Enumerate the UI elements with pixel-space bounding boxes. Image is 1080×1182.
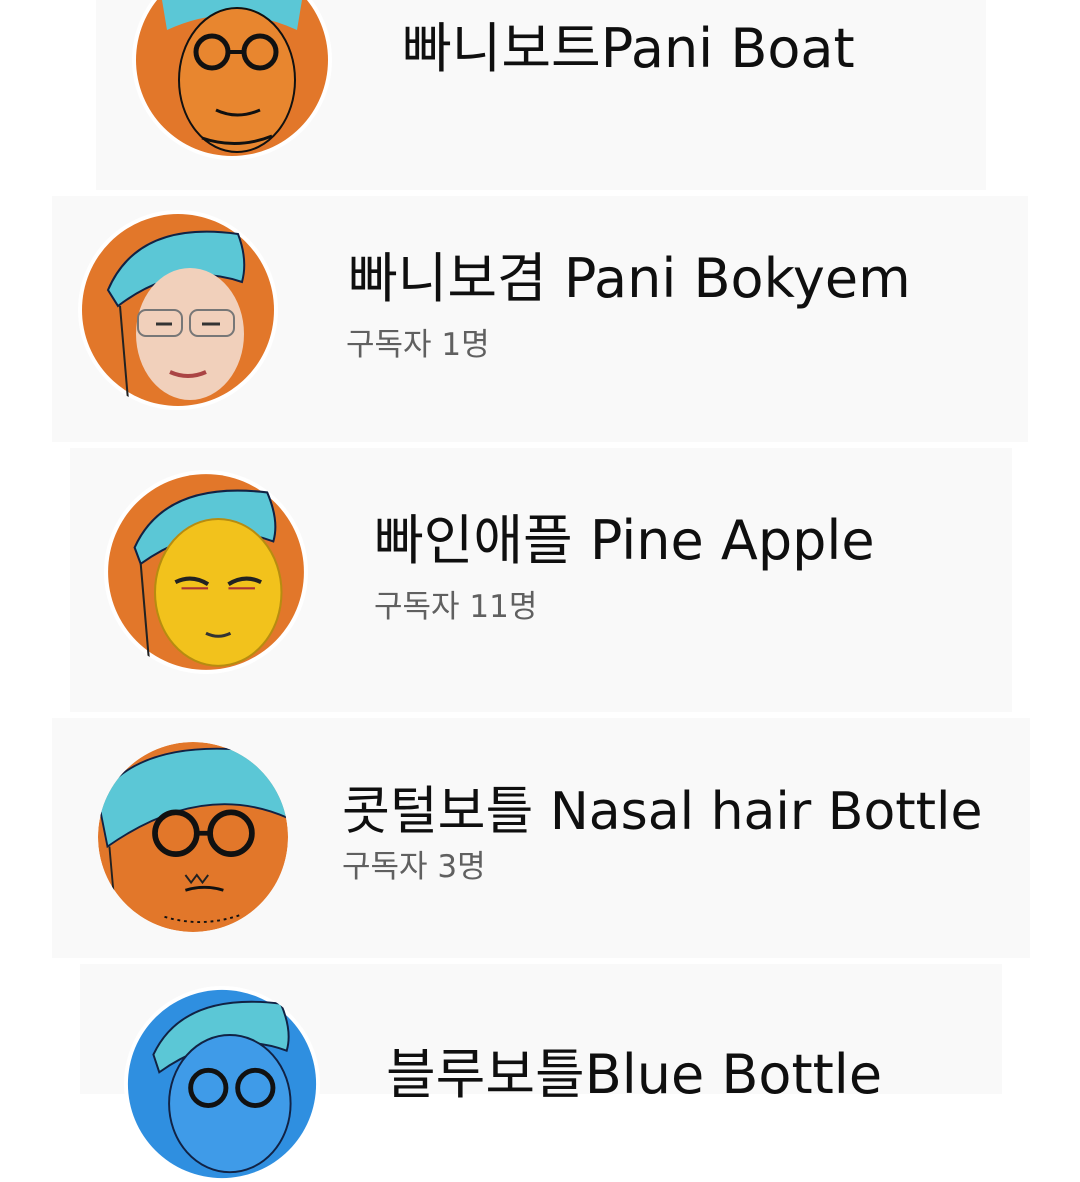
channel-name[interactable]: 콧털보틀 Nasal hair Bottle [342,786,982,838]
channel-item[interactable]: 콧털보틀 Nasal hair Bottle 구독자 3명 [52,718,1030,958]
channel-item[interactable]: 빠인애플 Pine Apple 구독자 11명 [70,448,1012,712]
blue-face-avatar[interactable] [124,986,320,1182]
channel-name[interactable]: 빠니보트Pani Boat [402,22,855,76]
channel-name[interactable]: 블루보틀Blue Bottle [386,1048,882,1102]
pineapple-face-avatar[interactable] [104,470,308,674]
cartoon-face-glasses-avatar[interactable] [132,0,332,160]
subscriber-count: 구독자 11명 [374,589,538,625]
channel-item[interactable]: 빠니보트Pani Boat [96,0,986,190]
subscriber-count: 구독자 3명 [342,849,486,885]
subscriber-count: 구독자 1명 [346,327,490,363]
cartoon-face-mustache-avatar[interactable] [98,742,288,932]
photo-face-avatar[interactable] [78,210,278,410]
channel-name[interactable]: 빠니보겸 Pani Bokyem [348,252,911,306]
channel-item[interactable]: 블루보틀Blue Bottle [80,964,1002,1182]
channel-name[interactable]: 빠인애플 Pine Apple [374,514,875,568]
channel-item[interactable]: 빠니보겸 Pani Bokyem 구독자 1명 [52,196,1028,442]
